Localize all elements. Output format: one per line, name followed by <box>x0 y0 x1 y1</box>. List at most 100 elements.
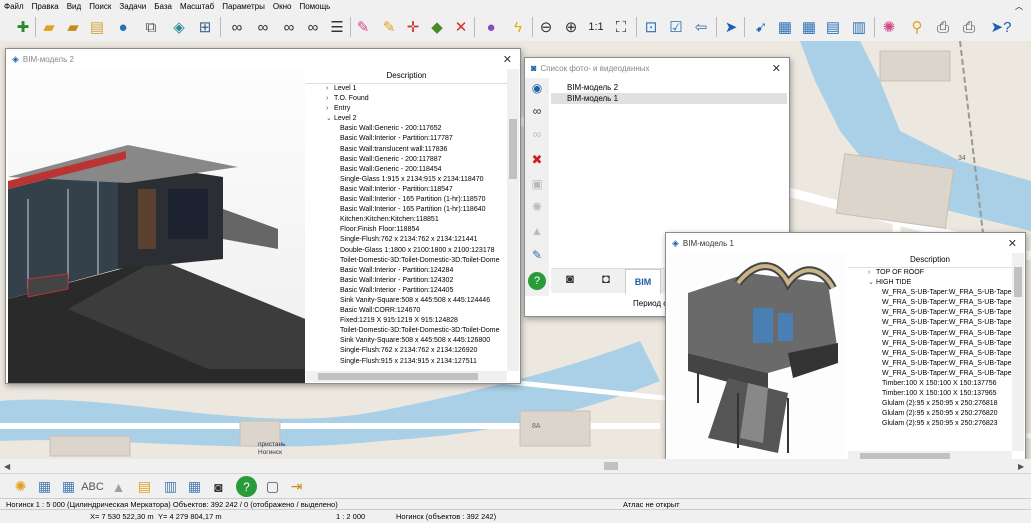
layers3-icon[interactable]: ▤ <box>134 476 155 497</box>
tree-row[interactable]: ⌄ Level 2 <box>306 114 507 124</box>
list-icon[interactable]: ☰ <box>326 16 348 38</box>
delete-point-icon[interactable]: ✕ <box>450 16 472 38</box>
chevron-down-icon[interactable]: ⌄ <box>868 278 876 288</box>
zoom-fit-icon[interactable]: ⛶ <box>610 16 632 38</box>
print-icon[interactable]: ⎙ <box>932 16 954 38</box>
tree-row[interactable]: Sink Vanity-Square:508 x 445:508 x 445:1… <box>306 336 507 346</box>
tree-row[interactable]: Basic Wall:CORR:124670 <box>306 306 507 316</box>
panel-icon[interactable]: ▢ <box>262 476 283 497</box>
add-point-icon[interactable]: ◆ <box>426 16 448 38</box>
tab-bim-icon[interactable]: BIM <box>625 269 661 294</box>
tree-row[interactable]: Floor:Finish Floor:118854 <box>306 225 507 235</box>
menu-window[interactable]: Окно <box>269 0 296 13</box>
bim-model-2-vertical-scrollbar[interactable] <box>507 69 519 371</box>
edit-object-icon[interactable]: ✎ <box>378 16 400 38</box>
triangle-icon[interactable]: ▲ <box>108 476 129 497</box>
bim-model-2-titlebar[interactable]: ◈ BIM-модель 2 ✕ <box>6 49 520 69</box>
scrollbar-thumb[interactable] <box>318 373 478 380</box>
tree-row[interactable]: Basic Wall:Generic - 200:118454 <box>306 165 507 175</box>
camera-icon[interactable]: ◙ <box>208 476 229 497</box>
menu-tasks[interactable]: Задачи <box>115 0 150 13</box>
bim-model-2-horizontal-scrollbar[interactable] <box>306 371 507 382</box>
letters-icon[interactable]: ABC <box>81 476 104 497</box>
tree-row[interactable]: Glulam (2):95 x 250:95 x 250:276823 <box>848 419 1012 429</box>
tree-row[interactable]: W_FRA_S-UB-Taper:W_FRA_S-UB-Taper: <box>848 369 1012 379</box>
chevron-up-icon[interactable]: ︿ <box>1015 1 1023 12</box>
scrollbar-thumb[interactable] <box>509 119 517 179</box>
tree-row[interactable]: Glulam (2):95 x 250:95 x 250:276818 <box>848 399 1012 409</box>
save-icon[interactable]: ▰ <box>62 16 84 38</box>
tree-row[interactable]: › T.O. Found <box>306 94 507 104</box>
tree-row[interactable]: W_FRA_S-UB-Taper:W_FRA_S-UB-Taper: <box>848 339 1012 349</box>
edit-pen-icon[interactable]: ✎ <box>352 16 374 38</box>
tree-icon[interactable]: ⊞ <box>194 16 216 38</box>
tree-row[interactable]: Basic Wall:Interior - Partition:124302 <box>306 276 507 286</box>
tree-row[interactable]: ⌄ HIGH TIDE <box>848 278 1012 288</box>
tree-row[interactable]: Fixed:1219 X 915:1219 X 915:124828 <box>306 316 507 326</box>
edit-icon[interactable]: ✎ <box>528 248 546 266</box>
tree-row[interactable]: Glulam (2):95 x 250:95 x 250:276820 <box>848 409 1012 419</box>
chevron-right-icon[interactable]: › <box>326 94 334 104</box>
table-icon[interactable]: ▤ <box>822 16 844 38</box>
zoom-1-1-button[interactable]: 1:1 <box>585 16 607 38</box>
tree-row[interactable]: Single-Glass 1:915 x 2134:915 x 2134:118… <box>306 175 507 185</box>
location-pin-icon[interactable]: ⚲ <box>906 16 928 38</box>
text-style-icon[interactable]: ▥ <box>848 16 870 38</box>
palette-icon[interactable]: ● <box>480 16 502 38</box>
zoom-out-icon[interactable]: ⊖ <box>535 16 557 38</box>
tree-row[interactable]: › Entry <box>306 104 507 114</box>
delete-icon[interactable]: ✖ <box>528 152 546 170</box>
pointer-icon[interactable]: ➤ <box>720 16 742 38</box>
menu-parameters[interactable]: Параметры <box>218 0 269 13</box>
layers-icon[interactable]: ⧉ <box>140 16 162 38</box>
scroll-right-icon[interactable]: ▶ <box>1018 462 1024 471</box>
chevron-down-icon[interactable]: ⌄ <box>326 114 334 124</box>
tree-row[interactable]: Basic Wall:Generic - 200:117887 <box>306 155 507 165</box>
help-icon[interactable]: ? <box>236 476 257 497</box>
tree-row[interactable]: Kitchen:Kitchen:Kitchen:118851 <box>306 215 507 225</box>
tree-row[interactable]: W_FRA_S-UB-Taper:W_FRA_S-UB-Taper: <box>848 349 1012 359</box>
bim-model-1-titlebar[interactable]: ◈ BIM-модель 1 ✕ <box>666 233 1025 253</box>
scrollbar-thumb[interactable] <box>1014 267 1022 297</box>
tree-row[interactable]: W_FRA_S-UB-Taper:W_FRA_S-UB-Taper: <box>848 308 1012 318</box>
map-info-icon[interactable]: ▦ <box>798 16 820 38</box>
photo-list-titlebar[interactable]: ◙ Список фото- и видеоданных ✕ <box>525 58 789 78</box>
close-icon[interactable]: ✕ <box>772 62 781 75</box>
zoom-in-icon[interactable]: ⊕ <box>560 16 582 38</box>
chevron-right-icon[interactable]: › <box>868 268 876 278</box>
binoculars-icon[interactable]: ∞ <box>528 104 546 122</box>
view-icon[interactable]: ◉ <box>528 81 546 99</box>
new-document-icon[interactable]: ✚ <box>12 16 34 38</box>
scroll-left-icon[interactable]: ◀ <box>4 462 10 471</box>
tree-row[interactable]: Single-Flush:915 x 2134:915 x 2134:12751… <box>306 357 507 367</box>
tree-row[interactable]: Basic Wall:Interior - Partition:117787 <box>306 134 507 144</box>
exit-icon[interactable]: ⇥ <box>286 476 307 497</box>
tree-row[interactable]: Single-Flush:762 x 2134:762 x 2134:12144… <box>306 235 507 245</box>
binoculars-icon[interactable]: ∞ <box>226 16 248 38</box>
tree-row[interactable]: W_FRA_S-UB-Taper:W_FRA_S-UB-Taper: <box>848 298 1012 308</box>
tree-row[interactable]: Basic Wall:Interior - Partition:124405 <box>306 286 507 296</box>
photo-list-item[interactable]: BIM-модель 2 <box>551 82 787 93</box>
menu-scale[interactable]: Масштаб <box>176 0 218 13</box>
map-stack-icon[interactable]: ▦ <box>184 476 205 497</box>
close-icon[interactable]: ✕ <box>503 53 512 66</box>
tree-row[interactable]: W_FRA_S-UB-Taper:W_FRA_S-UB-Taper: <box>848 329 1012 339</box>
frame-icon[interactable]: ⊡ <box>640 16 662 38</box>
column-header-description[interactable]: Description <box>848 253 1012 268</box>
tree-row[interactable]: Basic Wall:translucent wall:117836 <box>306 145 507 155</box>
menu-edit[interactable]: Правка <box>28 0 63 13</box>
move-point-icon[interactable]: ✛ <box>402 16 424 38</box>
open-folder-icon[interactable]: ▰ <box>38 16 60 38</box>
layers-icon[interactable]: ▦ <box>34 476 55 497</box>
lightning-icon[interactable]: ϟ <box>507 16 529 38</box>
binoculars-list-icon[interactable]: ∞ <box>302 16 324 38</box>
menu-file[interactable]: Файл <box>0 0 28 13</box>
tree-row[interactable]: Timber:100 X 150:100 X 150:137965 <box>848 389 1012 399</box>
tree-row[interactable]: Basic Wall:Interior - 165 Partition (1-h… <box>306 205 507 215</box>
tree-row[interactable]: Basic Wall:Generic - 200:117652 <box>306 124 507 134</box>
tree-row[interactable]: Toilet-Domestic-3D:Toilet-Domestic-3D:To… <box>306 326 507 336</box>
back-icon[interactable]: ⇦ <box>690 16 712 38</box>
globe-icon[interactable]: ● <box>112 16 134 38</box>
select-icon[interactable]: ➹ <box>750 16 772 38</box>
chevron-right-icon[interactable]: › <box>326 84 334 94</box>
